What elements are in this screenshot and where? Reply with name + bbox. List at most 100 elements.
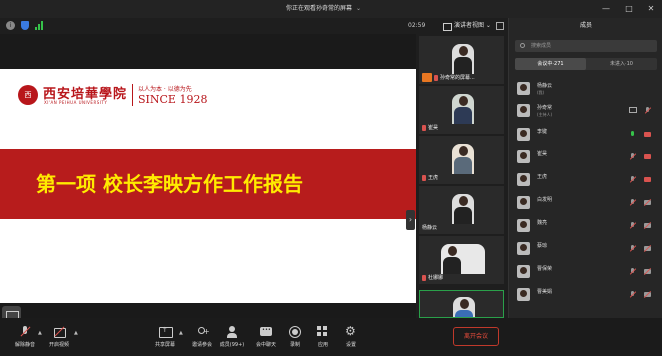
member-row[interactable]: 蔡琼	[515, 240, 659, 258]
member-row[interactable]: 魏亮	[515, 217, 659, 235]
info-icon[interactable]: i	[6, 21, 15, 30]
fullscreen-icon[interactable]	[496, 22, 504, 30]
tab-in-meeting[interactable]: 会议中·271	[515, 58, 586, 70]
sharing-notice-text: 你正在观看孙奇常的屏幕	[286, 5, 353, 12]
chevron-up-icon[interactable]: ▲	[74, 330, 78, 336]
avatar	[517, 128, 530, 141]
university-since: SINCE 1928	[138, 93, 208, 106]
camera-off-icon[interactable]	[644, 292, 651, 297]
search-placeholder: 搜索成员	[531, 43, 552, 49]
view-mode-button[interactable]: 演讲者视图 ⌄	[440, 20, 495, 32]
slide-headline: 第一项 校长李映方作工作报告	[36, 172, 303, 196]
mic-muted-icon	[19, 326, 31, 338]
screen-share-icon	[629, 107, 637, 113]
camera-on-icon[interactable]	[644, 132, 651, 137]
mic-muted-icon[interactable]	[629, 245, 636, 253]
mic-muted-icon	[422, 124, 426, 131]
participant-video	[452, 194, 474, 224]
host-tag-icon	[422, 73, 432, 82]
member-name: 孙奇常	[537, 105, 553, 111]
video-tile[interactable]: 王虎	[419, 136, 504, 184]
member-name: 蔡琼	[537, 243, 548, 249]
member-name: 王虎	[537, 174, 548, 180]
tile-name: 杜娜娜	[422, 274, 443, 281]
avatar	[517, 150, 530, 163]
member-row[interactable]: 王虎	[515, 171, 659, 189]
video-tile[interactable]: 杨静云	[419, 186, 504, 234]
meeting-info-bar: i 02:59 演讲者视图 ⌄	[0, 18, 512, 34]
video-tile[interactable]: 崔昊	[419, 86, 504, 134]
maximize-button[interactable]: □	[623, 3, 635, 15]
meeting-timer: 02:59	[408, 22, 426, 29]
share-screen-icon	[159, 326, 173, 338]
mic-muted-icon[interactable]	[629, 199, 636, 207]
video-tile[interactable]: 杜娜娜	[419, 236, 504, 284]
camera-off-icon[interactable]	[644, 200, 651, 205]
tile-name: 孙奇常的屏幕...	[434, 74, 475, 81]
member-row[interactable]: 曹美娟	[515, 286, 659, 304]
member-row[interactable]: 李键	[515, 126, 659, 144]
settings-label: 设置	[345, 342, 356, 348]
member-tabs: 会议中·271 未进入·10	[515, 58, 657, 70]
member-row[interactable]: 曹保荣	[515, 263, 659, 281]
video-strip[interactable]: 孙奇常的屏幕... 崔昊 王虎 杨静云 杜娜娜	[417, 34, 507, 318]
start-video-button[interactable]: 开启视频	[42, 324, 76, 354]
chat-icon	[260, 326, 272, 338]
member-row[interactable]: 崔昊	[515, 148, 659, 166]
mic-muted-icon[interactable]	[629, 291, 636, 299]
mic-muted-icon[interactable]	[644, 107, 651, 115]
mic-muted-icon	[422, 174, 426, 181]
tile-name: 崔昊	[422, 124, 438, 131]
video-tile-active[interactable]	[419, 290, 504, 318]
participant-video	[453, 297, 475, 317]
tab-not-joined[interactable]: 未进入·10	[586, 58, 657, 70]
collapse-strip-button[interactable]: ›	[406, 210, 415, 230]
chevron-down-icon: ⌄	[356, 5, 362, 12]
camera-off-icon[interactable]	[644, 246, 651, 251]
add-user-icon	[196, 326, 210, 338]
tile-name: 杨静云	[422, 225, 438, 231]
title-bar: 你正在观看孙奇常的屏幕 ⌄ — □ ✕	[0, 0, 662, 18]
close-button[interactable]: ✕	[645, 3, 657, 15]
settings-button[interactable]: 设置	[334, 324, 368, 354]
member-search-input[interactable]: 搜索成员	[515, 40, 657, 52]
unmute-label: 解除静音	[14, 342, 35, 348]
share-screen-label: 共享屏幕	[154, 342, 175, 348]
shield-icon[interactable]	[21, 21, 29, 30]
member-name: 白发明	[537, 197, 553, 203]
mic-muted-icon[interactable]	[629, 268, 636, 276]
mic-muted-icon[interactable]	[629, 222, 636, 230]
members-button[interactable]: 成员(99+)	[215, 324, 249, 354]
minimize-button[interactable]: —	[600, 3, 612, 15]
chevron-up-icon[interactable]: ▲	[179, 330, 183, 336]
gear-icon	[345, 324, 357, 338]
avatar	[517, 288, 530, 301]
signal-icon[interactable]	[35, 21, 44, 30]
avatar	[517, 173, 530, 186]
apps-label: 应用	[317, 342, 328, 348]
sharing-notice[interactable]: 你正在观看孙奇常的屏幕 ⌄	[280, 3, 367, 15]
leave-meeting-button[interactable]: 离开会议	[453, 327, 499, 346]
member-row[interactable]: 杨静云 (我)	[515, 80, 659, 98]
camera-off-icon[interactable]	[644, 269, 651, 274]
share-screen-button[interactable]: 共享屏幕	[148, 324, 182, 354]
member-row[interactable]: 孙奇常 (主持人)	[515, 102, 659, 120]
university-seal-logo: 西	[18, 85, 38, 105]
member-row[interactable]: 白发明	[515, 194, 659, 212]
avatar	[517, 242, 530, 255]
camera-off-icon	[53, 326, 66, 338]
mic-muted-icon[interactable]	[629, 176, 636, 184]
mic-muted-icon[interactable]	[629, 153, 636, 161]
avatar	[517, 265, 530, 278]
invite-label: 邀请参会	[191, 342, 212, 348]
mic-on-icon[interactable]	[629, 131, 636, 139]
camera-on-icon[interactable]	[644, 154, 651, 159]
presentation-slide: 西 西安培華學院 XI'AN PEIHUA UNIVERSITY 以人为本 · …	[0, 69, 416, 303]
avatar	[517, 104, 530, 117]
video-tile[interactable]: 孙奇常的屏幕...	[419, 36, 504, 84]
camera-on-icon[interactable]	[644, 177, 651, 182]
unmute-button[interactable]: 解除静音	[8, 324, 42, 354]
invite-button[interactable]: 邀请参会	[185, 324, 219, 354]
mic-muted-icon	[434, 74, 438, 81]
camera-off-icon[interactable]	[644, 223, 651, 228]
